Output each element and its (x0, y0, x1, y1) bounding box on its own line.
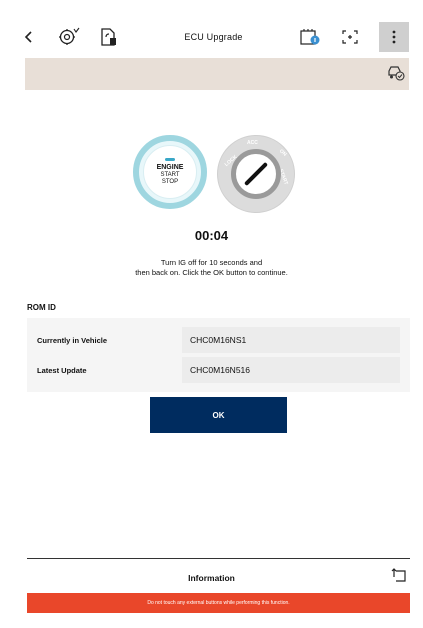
ignition-illustration: ENGINE START STOP LOCK ACC ON START (133, 133, 295, 213)
collapse-icon[interactable] (391, 568, 407, 587)
information-title[interactable]: Information (0, 573, 423, 583)
engine-label: ENGINE (156, 164, 184, 171)
start-label: START (160, 172, 180, 178)
engine-button-face: ENGINE START STOP (143, 145, 197, 199)
table-row: Currently in Vehicle CHC0M16NS1 (27, 326, 410, 354)
rom-row-value: CHC0M16NS1 (182, 327, 400, 353)
instruction-line-1: Turn IG off for 10 seconds and (160, 258, 263, 267)
rom-row-label: Currently in Vehicle (37, 335, 108, 345)
ignition-key-dial: LOCK ACC ON START (217, 135, 295, 213)
rom-id-table: Currently in Vehicle CHC0M16NS1 Latest U… (27, 318, 410, 392)
car-check-icon[interactable] (387, 65, 405, 86)
top-bar: ECU Upgrade (18, 20, 409, 54)
page-title: ECU Upgrade (184, 32, 243, 42)
ecu-upgrade-screen: ECU Upgrade ENGINE START STOP LOCK ACC O… (0, 0, 423, 628)
rom-id-title: ROM ID (27, 303, 56, 312)
table-row: Latest Update CHC0M16N516 (27, 356, 410, 384)
key-cylinder (231, 149, 281, 199)
engine-start-stop-graphic: ENGINE START STOP (133, 135, 207, 209)
instruction-line-2: then back on. Click the OK button to con… (135, 268, 288, 277)
rom-row-label: Latest Update (37, 365, 87, 375)
engine-indicator (165, 158, 175, 161)
divider (27, 558, 410, 559)
stop-label: STOP (161, 179, 179, 185)
rom-row-value: CHC0M16N516 (182, 357, 400, 383)
vehicle-status-strip (25, 58, 409, 90)
warning-banner: Do not touch any external buttons while … (27, 593, 410, 613)
instruction-text: Turn IG off for 10 seconds and then back… (0, 258, 423, 278)
dial-on-label: ON (277, 148, 288, 158)
ok-button[interactable]: OK (150, 397, 287, 433)
countdown-timer: 00:04 (194, 228, 229, 243)
key-slot (243, 161, 269, 187)
dial-acc-label: ACC (247, 140, 258, 146)
